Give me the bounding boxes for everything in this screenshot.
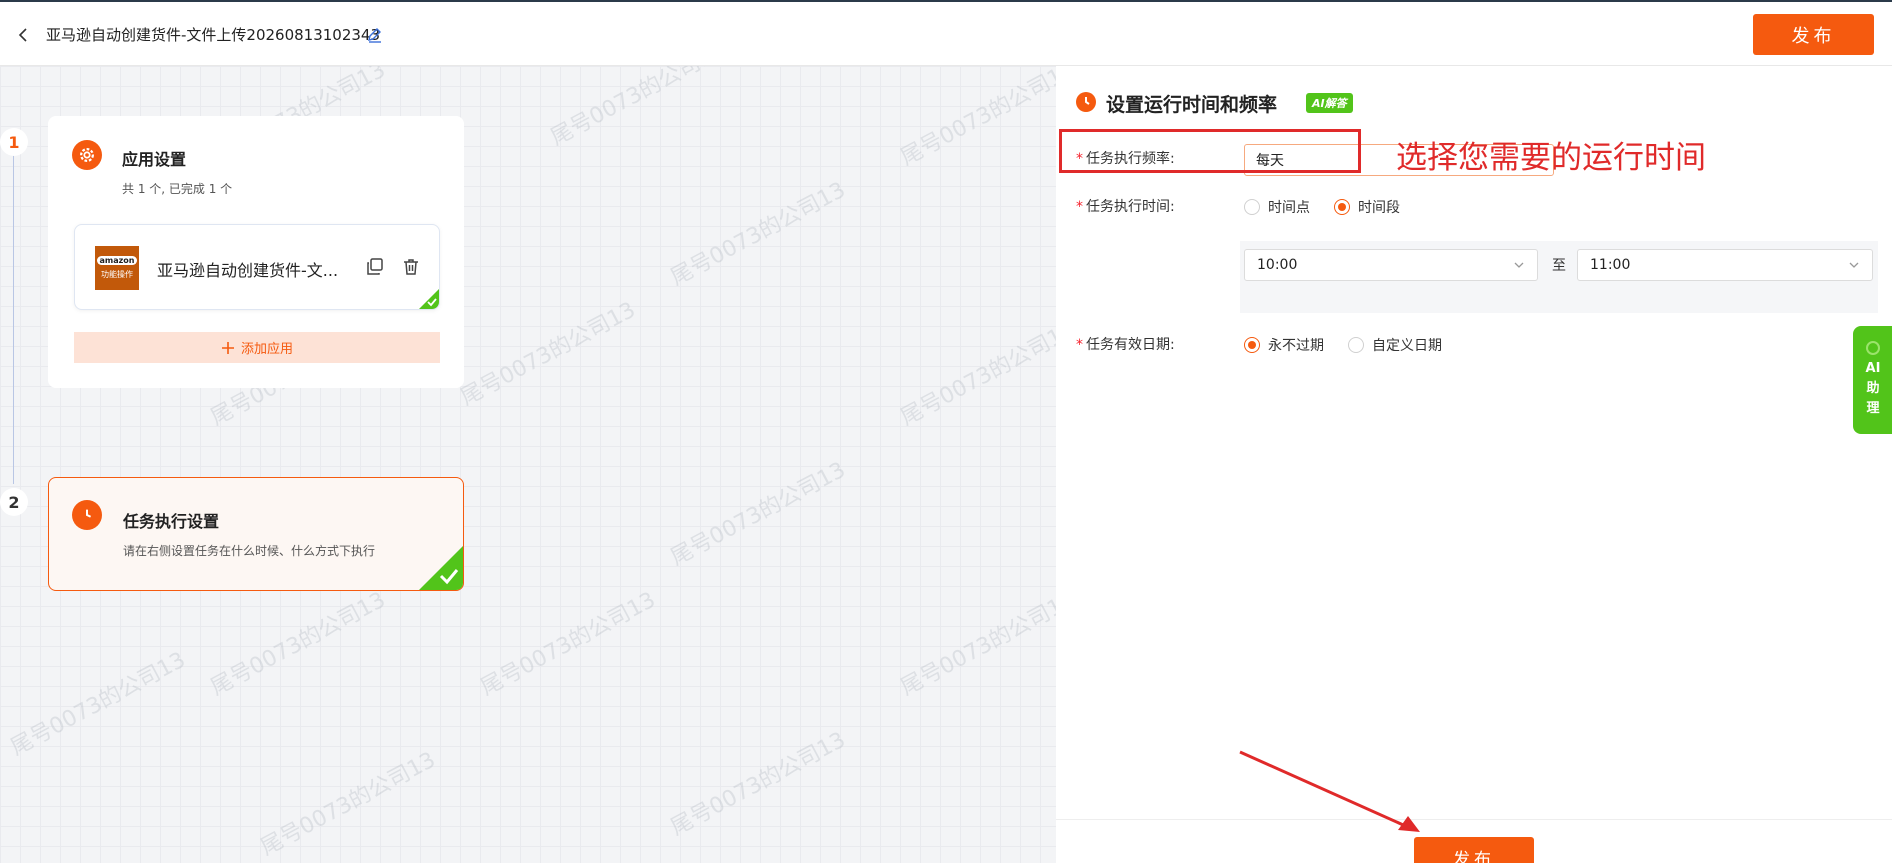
- range-separator: 至: [1552, 258, 1566, 274]
- top-header: 亚马逊自动创建货件-文件上传20260813102343 发布: [0, 0, 1892, 66]
- watermark: 尾号0073的公司13: [666, 177, 850, 291]
- validity-radio-group: 永不过期 自定义日期: [1244, 335, 1442, 355]
- add-app-label: 添加应用: [240, 342, 293, 357]
- panel-title: 设置运行时间和频率: [1106, 94, 1278, 116]
- radio-never-expire[interactable]: 永不过期: [1244, 335, 1324, 355]
- back-button[interactable]: [10, 22, 36, 48]
- footer-divider: [1056, 819, 1892, 820]
- app-settings-subtitle: 共 1 个, 已完成 1 个: [122, 182, 233, 196]
- radio-time-point[interactable]: 时间点: [1244, 197, 1310, 217]
- radio-time-range[interactable]: 时间段: [1334, 197, 1400, 217]
- check-icon: [427, 298, 437, 307]
- execution-time-radio-group: 时间点 时间段: [1244, 197, 1400, 217]
- app-settings-card[interactable]: 应用设置 共 1 个, 已完成 1 个 amazon 功能操作 亚马逊自动创建货…: [48, 116, 464, 388]
- watermark: 尾号0073的公司13: [666, 457, 850, 571]
- validity-label: * 任务有效日期:: [1076, 337, 1175, 353]
- app-item-name: 亚马逊自动创建货件-文...: [157, 261, 339, 280]
- settings-panel: 设置运行时间和频率 AI解答 *任务执行频率: 选择您需要的运行时间 *任务执行…: [1056, 66, 1892, 863]
- clock-icon: [1076, 92, 1096, 112]
- step-connector-line: [13, 154, 14, 484]
- watermark: 尾号0073的公司13: [456, 297, 640, 411]
- publish-button-top[interactable]: 发布: [1753, 14, 1874, 55]
- amazon-app-logo: amazon 功能操作: [95, 246, 139, 290]
- chevron-left-icon: [18, 28, 27, 42]
- watermark: 尾号0073的公司13: [896, 587, 1056, 701]
- check-icon: [439, 569, 459, 585]
- flow-canvas: 尾号0073的公司13 尾号0073的公司13 尾号0073的公司13 尾号00…: [0, 66, 1056, 863]
- ai-ring-icon: [1866, 341, 1880, 355]
- step-number-1: 1: [0, 128, 28, 156]
- annotation-text: 选择您需要的运行时间: [1396, 140, 1706, 176]
- end-time-select[interactable]: 11:00: [1577, 249, 1873, 281]
- app-settings-title: 应用设置: [122, 150, 187, 169]
- step-number-2: 2: [0, 488, 28, 516]
- watermark: 尾号0073的公司13: [476, 587, 660, 701]
- plus-icon: [221, 341, 234, 354]
- watermark: 尾号0073的公司13: [666, 727, 850, 841]
- app-item[interactable]: amazon 功能操作 亚马逊自动创建货件-文...: [74, 224, 440, 310]
- copy-icon[interactable]: [365, 257, 385, 277]
- chevron-down-icon: [1849, 262, 1859, 268]
- task-settings-subtitle: 请在右侧设置任务在什么时候、什么方式下执行: [123, 544, 376, 558]
- add-app-button[interactable]: 添加应用: [74, 332, 440, 363]
- chevron-down-icon: [1514, 262, 1524, 268]
- task-settings-card[interactable]: 任务执行设置 请在右侧设置任务在什么时候、什么方式下执行: [48, 477, 464, 591]
- watermark: 尾号0073的公司13: [896, 66, 1056, 171]
- publish-button-bottom[interactable]: 发布: [1414, 837, 1534, 863]
- edit-pencil-icon[interactable]: [366, 26, 384, 44]
- clock-icon: [72, 500, 102, 530]
- annotation-highlight-box: [1059, 129, 1361, 173]
- radio-custom-date[interactable]: 自定义日期: [1348, 335, 1442, 355]
- watermark: 尾号0073的公司13: [256, 747, 440, 861]
- start-time-select[interactable]: 10:00: [1244, 249, 1538, 281]
- ai-assistant-tab[interactable]: AI 助 理: [1853, 326, 1892, 434]
- ai-answer-tag[interactable]: AI解答: [1306, 93, 1353, 113]
- time-range-box: 10:00 至 11:00: [1240, 241, 1878, 313]
- watermark: 尾号0073的公司13: [546, 66, 730, 151]
- page-title: 亚马逊自动创建货件-文件上传20260813102343: [46, 26, 381, 44]
- watermark: 尾号0073的公司13: [896, 317, 1056, 431]
- gear-icon: [72, 140, 102, 170]
- watermark: 尾号0073的公司13: [206, 587, 390, 701]
- task-settings-title: 任务执行设置: [123, 512, 220, 531]
- execution-time-label: * 任务执行时间:: [1076, 199, 1175, 215]
- trash-icon[interactable]: [401, 257, 421, 277]
- watermark: 尾号0073的公司13: [6, 647, 190, 761]
